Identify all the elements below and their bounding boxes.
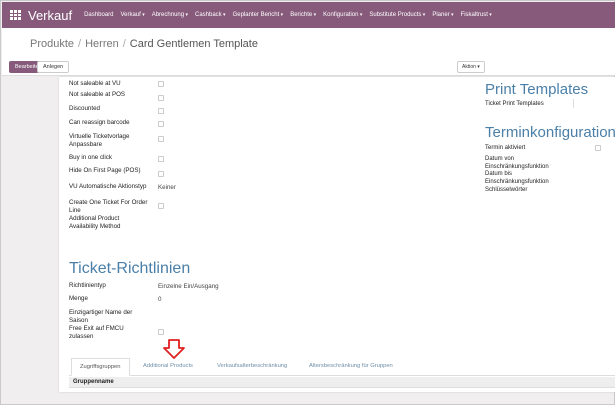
field-label: Can reassign barcode [69,119,130,126]
app-window: Verkauf Dashboard Verkauf Abrechnung Cas… [0,0,615,405]
terminkonfiguration-heading: Terminkonfiguration [485,124,615,141]
top-navbar: Verkauf Dashboard Verkauf Abrechnung Cas… [2,2,615,28]
action-label: Aktion [462,64,480,70]
breadcrumb-separator: / [122,38,126,50]
field-label: Not saleable at POS [69,91,126,98]
checkbox[interactable] [158,95,164,101]
notebook-tabs: Zugriffsgruppen Additional Products Verk… [69,358,615,376]
tab-zugriffsgruppen[interactable]: Zugriffsgruppen [71,358,130,376]
checkbox[interactable] [158,81,164,87]
field-label: Free Exit auf FMCU zulassen [69,325,124,340]
menu-item-abrechnung[interactable]: Abrechnung [152,12,188,18]
menu-item-konfiguration[interactable]: Konfiguration [323,12,362,18]
field-label: Virtuelle Ticketvorlage Anpassbare [69,133,130,148]
field-label: Not saleable at VU [69,80,121,87]
field-label: Buy in one click [69,154,112,161]
tab-altersbeschraenkung-gruppen[interactable]: Altersbeschränkung für Gruppen [301,358,401,376]
column-header-gruppenname[interactable]: Gruppenname [73,379,114,385]
checkbox[interactable] [158,136,164,142]
tab-additional-products[interactable]: Additional Products [135,358,201,376]
menu-item-berichte[interactable]: Berichte [290,12,316,18]
menu-item-verkauf[interactable]: Verkauf [120,12,144,18]
tab-verkaufsalterbeschraenkung[interactable]: Verkaufsalterbeschränkung [209,358,295,376]
field-label: Additional Product Availability Method [69,215,121,230]
apps-grid-icon[interactable] [10,10,22,20]
main-menu: Dashboard Verkauf Abrechnung Cashback Ge… [84,12,499,18]
menu-item-fiskaltrust[interactable]: Fiskaltrust [461,12,492,18]
field-label: Create One Ticket For Order Line [69,199,148,214]
field-label: Schlüsselwörter [485,187,528,193]
field-label: VU Automatische Aktionstyp [69,183,147,190]
menu-item-substitute-products[interactable]: Substitute Products [369,12,425,18]
field-label: Ticket Print Templates [485,101,544,107]
checkbox[interactable] [158,203,164,209]
table-header: Gruppenname [69,377,615,388]
action-dropdown[interactable]: Aktion [457,61,485,73]
menu-item-cashback[interactable]: Cashback [195,12,226,18]
field-label: Hide On First Page (POS) [69,167,141,174]
field-label: Richtlinientyp [69,282,106,289]
field-value[interactable]: Einzelne Ein/Ausgang [158,283,219,290]
field-label: Menge [69,295,88,302]
print-templates-heading: Print Templates [485,81,589,98]
field-label: Discounted [69,105,100,112]
field-divider [573,99,574,108]
breadcrumb: Produkte / Herren / Card Gentlemen Template [30,38,258,50]
breadcrumb-item-produkte[interactable]: Produkte [30,38,74,50]
control-panel: Produkte / Herren / Card Gentlemen Template … [2,28,615,76]
breadcrumb-separator: / [78,38,82,50]
field-label: Termin aktiviert [485,145,526,151]
menu-item-dashboard[interactable]: Dashboard [84,12,113,18]
field-value[interactable]: 0 [158,296,161,303]
field-label: Datum bis Einschränkungsfunktion [485,171,549,185]
ticket-richtlinien-heading: Ticket-Richtlinien [69,260,191,277]
app-brand[interactable]: Verkauf [28,8,72,23]
menu-item-geplanter-bericht[interactable]: Geplanter Bericht [233,12,284,18]
create-button[interactable]: Anlegen [37,61,70,73]
field-label: Einzigartiger Name der Saison [69,309,133,324]
checkbox[interactable] [158,121,164,127]
checkbox[interactable] [158,329,164,335]
field-value[interactable]: Keiner [158,184,176,191]
menu-item-planer[interactable]: Planer [432,12,453,18]
field-label: Datum von Einschränkungsfunktion [485,156,549,170]
checkbox[interactable] [158,171,164,177]
form-sheet: Not saleable at VU Not saleable at POS D… [59,77,615,392]
breadcrumb-item-herren[interactable]: Herren [85,38,119,50]
breadcrumb-current: Card Gentlemen Template [129,38,258,50]
checkbox[interactable] [595,145,601,151]
checkbox[interactable] [158,108,164,114]
checkbox[interactable] [158,156,164,162]
annotation-arrow-icon [163,339,185,359]
